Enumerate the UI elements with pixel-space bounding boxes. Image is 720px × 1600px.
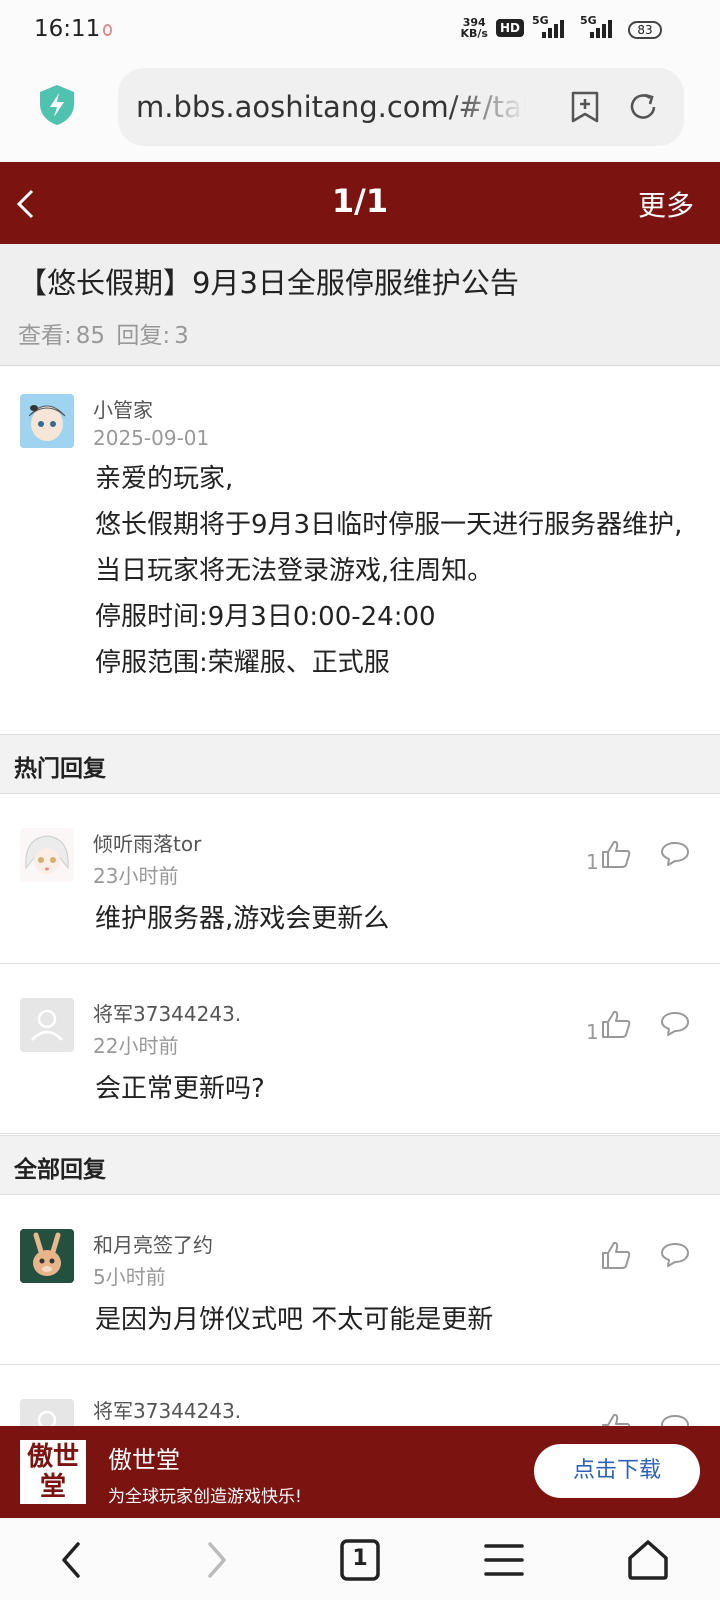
brand-logo: 傲世堂 [20,1440,86,1504]
avatar[interactable] [20,828,74,882]
signal-icon-1: 5G [532,14,572,38]
reply-time: 5小时前 [93,1265,166,1289]
avatar[interactable] [20,998,74,1052]
thumbs-up-icon[interactable] [600,1239,632,1271]
app-header: 1/1 更多 [0,162,720,244]
post-body: 亲爱的玩家, 悠长假期将于9月3日临时停服一天进行服务器维护,当日玩家将无法登录… [95,456,695,686]
address-bar[interactable]: m.bbs.aoshitang.com/#/talk [118,68,684,146]
author-name[interactable]: 小管家 [93,394,153,423]
reply-content: 维护服务器,游戏会更新么 [95,904,390,934]
comment-icon[interactable] [660,1241,690,1269]
page-indicator: 1/1 [331,182,389,220]
reply-item: 和月亮签了约 5小时前 是因为月饼仪式吧 不太可能是更新 [0,1195,720,1365]
reply-item: 倾听雨落tor 23小时前 1 维护服务器,游戏会更新么 [0,794,720,964]
download-button[interactable]: 点击下载 [534,1444,700,1498]
reload-icon[interactable] [626,90,660,124]
more-button[interactable]: 更多 [638,184,694,224]
reply-author[interactable]: 将军37344243. [93,1395,241,1424]
reply-content: 是因为月饼仪式吧 不太可能是更新 [95,1305,494,1335]
comment-icon[interactable] [660,840,690,868]
security-shield-icon[interactable] [38,84,76,126]
comment-icon[interactable] [660,1010,690,1038]
network-speed: 394 KB/s [460,16,488,40]
browser-toolbar: m.bbs.aoshitang.com/#/talk [0,62,720,162]
avatar[interactable] [20,394,74,448]
post-paragraph: 停服时间:9月3日0:00-24:00 [95,602,436,632]
reply-author[interactable]: 将军37344243. [93,998,241,1027]
post-date: 2025-09-01 [93,426,210,450]
avatar[interactable] [20,1229,74,1283]
notification-icon [103,24,112,36]
status-time: 16:11 [34,16,101,42]
reply-item: 将军37344243. 22小时前 1 会正常更新吗? [0,964,720,1134]
add-bookmark-icon[interactable] [570,90,600,124]
post-title: 【悠长假期】9月3日全服停服维护公告 [18,266,519,300]
menu-icon[interactable] [482,1538,526,1582]
brand-name: 傲世堂 [108,1446,180,1474]
post-title-area: 【悠长假期】9月3日全服停服维护公告 查看: 85 回复: 3 [0,244,720,366]
battery-icon: 83 [628,21,662,39]
hd-voice-badge: HD [495,19,524,37]
like-count: 1 [586,1020,599,1044]
nav-forward-icon[interactable] [194,1538,238,1582]
url-text[interactable]: m.bbs.aoshitang.com/#/talk [136,90,526,124]
post-paragraph: 停服范围:荣耀服、正式服 [95,648,390,678]
download-banner[interactable]: 傲世堂 傲世堂 为全球玩家创造游戏快乐! 点击下载 [0,1426,720,1518]
main-post: 小管家 2025-09-01 亲爱的玩家, 悠长假期将于9月3日临时停服一天进行… [0,366,720,734]
thumbs-up-icon[interactable] [600,1008,632,1040]
status-bar: 16:11 394 KB/s HD 5G 5G 83 [0,0,720,62]
reply-author[interactable]: 倾听雨落tor [93,828,201,857]
reply-time: 22小时前 [93,1034,179,1058]
all-replies-heading: 全部回复 [0,1135,720,1195]
tabs-button[interactable]: 1 [338,1538,382,1582]
post-paragraph: 亲爱的玩家, [95,464,234,494]
tab-count: 1 [352,1546,368,1571]
nav-back-icon[interactable] [50,1538,94,1582]
home-icon[interactable] [626,1538,670,1582]
reply-author[interactable]: 和月亮签了约 [93,1229,213,1258]
hot-replies-heading: 热门回复 [0,734,720,794]
reply-content: 会正常更新吗? [95,1074,265,1104]
post-paragraph: 悠长假期将于9月3日临时停服一天进行服务器维护,当日玩家将无法登录游戏,往周知。 [95,510,683,586]
signal-icon-2: 5G [580,14,620,38]
like-count: 1 [586,850,599,874]
browser-bottom-nav: 1 [0,1518,720,1600]
reply-time: 23小时前 [93,864,179,888]
post-stats: 查看: 85 回复: 3 [18,323,189,349]
brand-slogan: 为全球玩家创造游戏快乐! [108,1487,302,1507]
thumbs-up-icon[interactable] [600,838,632,870]
